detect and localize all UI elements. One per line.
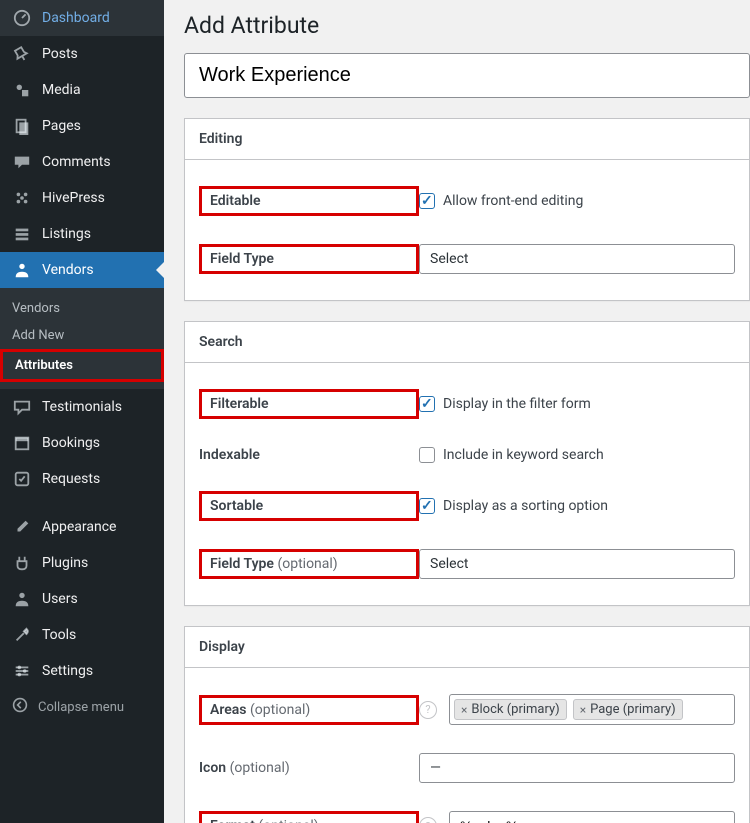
filterable-label: Filterable [199,389,419,419]
media-icon [12,80,32,100]
menu-label: Bookings [42,435,100,451]
search-fieldtype-label: Field Type (optional) [199,549,419,579]
menu-dashboard[interactable]: Dashboard [0,0,164,36]
menu-label: Media [42,82,81,98]
menu-label: Tools [42,627,76,643]
attribute-title-input[interactable] [184,53,750,98]
menu-vendors[interactable]: Vendors [0,252,164,288]
vendors-icon [12,260,32,280]
menu-media[interactable]: Media [0,72,164,108]
menu-label: Dashboard [42,10,110,26]
menu-requests[interactable]: Requests [0,461,164,497]
fieldtype-label: Field Type [199,244,419,274]
filterable-checkbox[interactable] [419,396,435,412]
editable-check-label: Allow front-end editing [443,193,583,209]
menu-label: Testimonials [42,399,122,415]
menu-label: Appearance [42,519,116,535]
fieldtype-select[interactable]: Select [419,244,735,274]
format-input[interactable] [449,811,735,823]
calendar-icon [12,433,32,453]
remove-tag-icon[interactable]: × [580,703,586,717]
dashboard-icon [12,8,32,28]
requests-icon [12,469,32,489]
indexable-check-label: Include in keyword search [443,447,604,463]
testimonials-icon [12,397,32,417]
remove-tag-icon[interactable]: × [461,703,467,717]
sortable-checkbox[interactable] [419,498,435,514]
menu-users[interactable]: Users [0,581,164,617]
menu-label: Plugins [42,555,88,571]
collapse-menu[interactable]: Collapse menu [0,689,164,725]
search-fieldtype-select[interactable]: Select [419,549,735,579]
menu-tools[interactable]: Tools [0,617,164,653]
editable-label: Editable [199,186,419,216]
menu-bookings[interactable]: Bookings [0,425,164,461]
menu-label: Vendors [42,262,94,278]
menu-label: Users [42,591,78,607]
menu-comments[interactable]: Comments [0,144,164,180]
menu-label: Settings [42,663,93,679]
format-label: Format (optional) [199,811,419,823]
area-tag: ×Block (primary) [454,699,567,720]
display-header: Display [185,627,749,668]
search-panel: Search Filterable Display in the filter … [184,321,750,606]
menu-appearance[interactable]: Appearance [0,509,164,545]
filterable-check-label: Display in the filter form [443,396,591,412]
admin-sidebar: Dashboard Posts Media Pages Comments Hiv… [0,0,164,823]
sortable-check-label: Display as a sorting option [443,498,608,514]
submenu-attributes[interactable]: Attributes [0,349,164,382]
areas-label: Areas (optional) [199,695,419,725]
indexable-checkbox[interactable] [419,447,435,463]
tools-icon [12,625,32,645]
settings-icon [12,661,32,681]
menu-label: Comments [42,154,111,170]
listings-icon [12,224,32,244]
users-icon [12,589,32,609]
menu-plugins[interactable]: Plugins [0,545,164,581]
help-icon[interactable]: ? [419,817,437,823]
menu-label: HivePress [42,190,105,206]
menu-settings[interactable]: Settings [0,653,164,689]
area-tag: ×Page (primary) [573,699,683,720]
editable-checkbox[interactable] [419,193,435,209]
icon-select[interactable]: — [419,753,735,783]
plugin-icon [12,553,32,573]
submenu-addnew[interactable]: Add New [0,322,164,349]
editing-header: Editing [185,119,749,160]
indexable-label: Indexable [199,447,419,463]
menu-posts[interactable]: Posts [0,36,164,72]
main-content: Add Attribute Editing Editable Allow fro… [164,0,750,823]
menu-listings[interactable]: Listings [0,216,164,252]
menu-label: Listings [42,226,91,242]
pin-icon [12,44,32,64]
collapse-label: Collapse menu [38,700,124,715]
areas-tags-input[interactable]: ×Block (primary) ×Page (primary) [449,694,735,725]
brush-icon [12,517,32,537]
menu-pages[interactable]: Pages [0,108,164,144]
editing-panel: Editing Editable Allow front-end editing… [184,118,750,301]
menu-testimonials[interactable]: Testimonials [0,389,164,425]
pages-icon [12,116,32,136]
display-panel: Display Areas (optional) ? ×Block (prima… [184,626,750,823]
menu-label: Requests [42,471,100,487]
help-icon[interactable]: ? [419,701,437,719]
comments-icon [12,152,32,172]
menu-label: Pages [42,118,81,134]
page-title: Add Attribute [184,12,750,39]
collapse-icon [12,697,28,717]
sortable-label: Sortable [199,491,419,521]
submenu-vendors-all[interactable]: Vendors [0,295,164,322]
search-header: Search [185,322,749,363]
menu-label: Posts [42,46,78,62]
submenu-vendors: Vendors Add New Attributes [0,288,164,389]
icon-label: Icon (optional) [199,760,419,776]
menu-hivepress[interactable]: HivePress [0,180,164,216]
hivepress-icon [12,188,32,208]
